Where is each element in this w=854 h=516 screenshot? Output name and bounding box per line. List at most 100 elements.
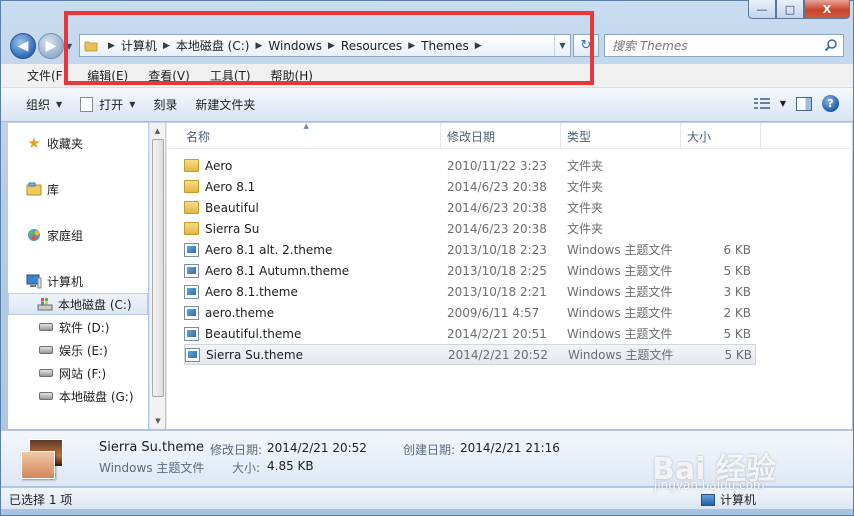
change-view-icon[interactable] (753, 97, 770, 110)
file-row[interactable]: Aero 8.1.theme 2013/10/18 2:21 Windows 主题文… (184, 281, 756, 302)
menu-file[interactable]: 文件(F) (17, 67, 77, 84)
folder-row[interactable]: Aero 2010/11/22 3:23 文件夹 (184, 155, 756, 176)
breadcrumb-computer[interactable]: 计算机 (121, 37, 157, 54)
scroll-down-icon[interactable]: ▼ (150, 413, 166, 429)
breadcrumb-windows[interactable]: Windows (268, 39, 322, 53)
folder-icon (184, 201, 199, 214)
breadcrumb-separator-icon[interactable]: ▶ (157, 41, 176, 51)
file-row[interactable]: Beautiful.theme 2014/2/21 20:51 Windows 主题… (184, 323, 756, 344)
breadcrumb-themes[interactable]: Themes (421, 39, 469, 53)
nav-drive-e[interactable]: 娱乐 (E:) (8, 339, 148, 361)
column-type[interactable]: 类型 (561, 123, 681, 149)
preview-pane-icon[interactable] (796, 96, 812, 111)
column-name[interactable]: ▲ 名称 (167, 122, 441, 149)
breadcrumb-separator-icon[interactable]: ▶ (469, 41, 488, 51)
nav-homegroup[interactable]: 家庭组 (8, 224, 148, 246)
column-modified[interactable]: 修改日期 (441, 123, 561, 149)
search-icon[interactable] (824, 38, 838, 52)
file-row[interactable]: Aero 8.1 alt. 2.theme 2013/10/18 2:23 Wind… (184, 239, 756, 260)
address-dropdown-icon[interactable]: ▼ (554, 35, 570, 56)
nav-drive-f[interactable]: 网站 (F:) (8, 362, 148, 384)
breadcrumb-resources[interactable]: Resources (341, 39, 402, 53)
details-size-label: 大小: (232, 461, 261, 475)
folder-row[interactable]: Sierra Su 2014/6/23 20:38 文件夹 (184, 218, 756, 239)
command-bar: 组织 ▼ 打开 ▼ 刻录 新建文件夹 ▼ ? (1, 88, 853, 122)
nav-favorites[interactable]: ★ 收藏夹 (8, 132, 148, 154)
file-name: Aero 8.1 Autumn.theme (205, 263, 350, 278)
nav-drive-c[interactable]: 本地磁盘 (C:) (8, 293, 148, 315)
file-date-cell: 2013/10/18 2:25 (447, 263, 547, 278)
file-name-cell: Aero 8.1 alt. 2.theme (184, 242, 441, 257)
folder-icon (184, 222, 199, 235)
nav-drive-g-label: 本地磁盘 (G:) (59, 389, 134, 404)
address-bar[interactable]: ▶ 计算机 ▶ 本地磁盘 (C:) ▶ Windows ▶ Resources … (79, 34, 571, 57)
folder-row[interactable]: Aero 8.1 2014/6/23 20:38 文件夹 (184, 176, 756, 197)
organize-button[interactable]: 组织 ▼ (17, 88, 71, 121)
back-button[interactable]: ◀ (10, 33, 36, 59)
file-name: Sierra Su (205, 221, 260, 236)
nav-libraries[interactable]: 库 (8, 178, 148, 200)
navigation-pane: ★ 收藏夹 库 家庭组 计算机 本地磁盘 (C:) 软件 (D:) 娱乐 (E:… (8, 123, 148, 429)
details-modified-label: 修改日期: (210, 443, 263, 457)
status-location-label: 计算机 (720, 493, 757, 507)
file-type-cell: Windows 主题文件 (567, 264, 673, 278)
file-row[interactable]: aero.theme 2009/6/11 4:57 Windows 主题文件 2 KB (184, 302, 756, 323)
navigation-scrollbar[interactable]: ▲ ▼ (149, 123, 165, 429)
close-button[interactable]: X (804, 0, 850, 19)
nav-drive-e-label: 娱乐 (E:) (59, 343, 108, 358)
views-caret-icon[interactable]: ▼ (780, 99, 786, 108)
maximize-button[interactable]: □ (776, 0, 804, 19)
nav-drive-d[interactable]: 软件 (D:) (8, 316, 148, 338)
scrollbar-thumb[interactable] (152, 139, 164, 397)
breadcrumb-separator-icon[interactable]: ▶ (402, 41, 421, 51)
nav-drive-d-label: 软件 (D:) (59, 320, 110, 335)
search-input[interactable] (612, 38, 822, 53)
column-header-row: ▲ 名称 修改日期 类型 大小 (167, 122, 853, 149)
theme-file-icon (184, 263, 199, 278)
breadcrumb-separator-icon[interactable]: ▶ (249, 41, 268, 51)
file-type-cell: 文件夹 (567, 159, 604, 173)
file-size-cell: 5 KB (723, 263, 751, 278)
nav-drive-g[interactable]: 本地磁盘 (G:) (8, 385, 148, 407)
open-button[interactable]: 打开 ▼ (71, 88, 144, 121)
window-controls: — □ X (748, 0, 850, 19)
new-folder-button[interactable]: 新建文件夹 (186, 88, 264, 121)
nav-drive-c-label: 本地磁盘 (C:) (58, 297, 132, 312)
menu-tools[interactable]: 工具(T) (200, 67, 261, 84)
forward-button[interactable]: ▶ (38, 33, 64, 59)
folder-row[interactable]: Beautiful 2014/6/23 20:38 文件夹 (184, 197, 756, 218)
status-selection: 已选择 1 项 (9, 493, 73, 507)
computer-icon (701, 493, 715, 506)
help-icon[interactable]: ? (822, 95, 839, 112)
minimize-button[interactable]: — (748, 0, 776, 19)
file-size-cell: 2 KB (723, 305, 751, 320)
nav-computer[interactable]: 计算机 (8, 270, 148, 292)
status-location: 计算机 (701, 491, 756, 508)
breadcrumb-local-disk-c[interactable]: 本地磁盘 (C:) (176, 37, 250, 54)
library-icon (26, 181, 42, 197)
theme-file-icon (184, 305, 199, 320)
nav-favorites-label: 收藏夹 (47, 136, 84, 151)
file-name: Beautiful (205, 200, 259, 215)
details-created-label: 创建日期: (403, 443, 456, 457)
menu-view[interactable]: 查看(V) (138, 67, 200, 84)
baidu-watermark-url: jingyan.baidu.com (654, 478, 765, 492)
breadcrumb-separator-icon[interactable]: ▶ (322, 41, 341, 51)
search-box[interactable] (604, 34, 844, 57)
breadcrumb-separator-icon[interactable]: ▶ (102, 41, 121, 51)
scroll-up-icon[interactable]: ▲ (150, 123, 165, 139)
file-date-cell: 2009/6/11 4:57 (447, 305, 540, 320)
file-row[interactable]: Aero 8.1 Autumn.theme 2013/10/18 2:25 Wind… (184, 260, 756, 281)
menu-help[interactable]: 帮助(H) (261, 67, 323, 84)
drive-icon (38, 319, 54, 335)
column-size-label: 大小 (687, 129, 712, 144)
refresh-button[interactable]: ↻ (573, 34, 599, 57)
theme-file-icon (184, 326, 199, 341)
column-size[interactable]: 大小 (681, 123, 761, 149)
menu-edit[interactable]: 编辑(E) (77, 67, 138, 84)
recent-pages-dropdown-icon[interactable]: ▼ (66, 42, 72, 51)
file-size-cell: 3 KB (723, 284, 751, 299)
column-name-label: 名称 (186, 129, 211, 144)
burn-button[interactable]: 刻录 (144, 88, 186, 121)
file-row[interactable]: Sierra Su.theme 2014/2/21 20:52 Windows 主题… (184, 344, 756, 365)
